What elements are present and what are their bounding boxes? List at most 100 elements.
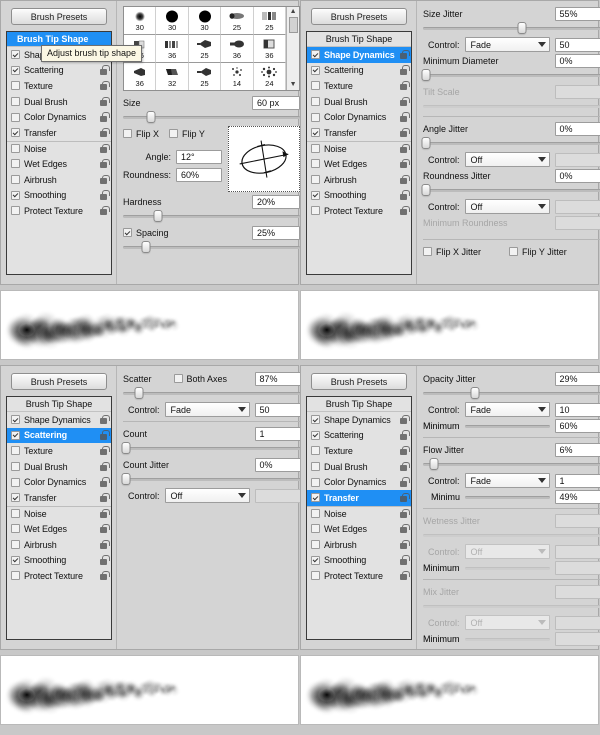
opacity-jitter-value[interactable]: 29% [554, 371, 600, 386]
option-dual-brush[interactable]: Dual Brush [7, 93, 111, 110]
option-shape-dynamics[interactable]: Shape Dynamics [7, 412, 111, 428]
brush-presets-button-br[interactable]: Brush Presets [311, 373, 407, 390]
checkbox-scattering[interactable] [11, 430, 20, 440]
checkbox-shape-dynamics[interactable] [11, 50, 20, 60]
opacity-jitter-slider[interactable] [423, 387, 600, 399]
count-jitter-value[interactable]: 0% [254, 457, 303, 472]
option-shape-dynamics[interactable]: Shape Dynamics [307, 412, 411, 428]
checkbox-dual-brush[interactable] [311, 462, 320, 472]
flip-x-jitter-box[interactable] [423, 247, 432, 256]
lock-icon[interactable] [99, 414, 110, 425]
brush-tip-grid[interactable]: 303030252536362536363632251424 ▲ ▼ [123, 6, 301, 91]
brush-thumbnail[interactable]: 32 [156, 63, 189, 90]
flow-jitter-slider[interactable] [423, 458, 600, 470]
option-dual-brush[interactable]: Dual Brush [7, 458, 111, 475]
flip-y-checkbox[interactable]: Flip Y [169, 129, 205, 139]
lock-icon[interactable] [399, 523, 410, 534]
checkbox-shape-dynamics[interactable] [311, 415, 320, 425]
option-color-dynamics[interactable]: Color Dynamics [7, 109, 111, 125]
flip-y-jitter-checkbox[interactable]: Flip Y Jitter [509, 247, 567, 257]
flip-x-checkbox[interactable]: Flip X [123, 129, 159, 139]
checkbox-transfer[interactable] [311, 128, 320, 138]
scatter-slider[interactable] [123, 387, 303, 399]
both-axes-checkbox[interactable]: Both Axes [173, 374, 227, 384]
flow-control-select[interactable]: Fade [464, 473, 550, 488]
spacing-value[interactable]: 25% [252, 225, 301, 240]
lock-icon[interactable] [399, 205, 410, 216]
lock-icon[interactable] [399, 49, 410, 60]
checkbox-color-dynamics[interactable] [11, 112, 20, 122]
checkbox-dual-brush[interactable] [11, 97, 20, 107]
lock-icon[interactable] [99, 190, 110, 200]
lock-icon[interactable] [99, 445, 110, 456]
size-slider[interactable] [123, 111, 301, 123]
count-slider[interactable] [121, 442, 303, 454]
checkbox-noise[interactable] [311, 509, 320, 519]
lock-icon[interactable] [399, 555, 410, 565]
option-scattering[interactable]: Scattering [7, 427, 111, 444]
checkbox-texture[interactable] [311, 81, 320, 91]
scroll-down-icon[interactable]: ▼ [290, 81, 297, 89]
flow-minimum-value[interactable]: 49% [554, 489, 600, 504]
option-noise[interactable]: Noise [7, 140, 111, 157]
lock-icon[interactable] [399, 414, 410, 425]
brush-thumbnail[interactable]: 14 [221, 63, 254, 90]
brush-thumbnail[interactable]: 36 [124, 63, 157, 90]
size-value[interactable]: 60 px [252, 95, 301, 110]
option-airbrush[interactable]: Airbrush [7, 171, 111, 188]
brush-thumbnail[interactable]: 24 [253, 63, 287, 90]
angle-control-select[interactable]: Off [464, 152, 550, 167]
option-brush-tip-shape-tr[interactable]: Brush Tip Shape [307, 32, 411, 47]
checkbox-wet-edges[interactable] [11, 524, 20, 534]
lock-icon[interactable] [99, 127, 110, 138]
lock-icon[interactable] [99, 430, 110, 440]
checkbox-smoothing[interactable] [11, 190, 20, 200]
option-shape-dynamics[interactable]: Shape Dynamics [307, 47, 411, 63]
lock-icon[interactable] [99, 143, 110, 154]
size-control-amount[interactable]: 50 [554, 37, 600, 52]
checkbox-transfer[interactable] [11, 493, 20, 503]
option-transfer[interactable]: Transfer [307, 489, 411, 506]
checkbox-noise[interactable] [11, 509, 20, 519]
lock-icon[interactable] [99, 112, 110, 122]
brush-presets-button-tr[interactable]: Brush Presets [311, 8, 407, 25]
brush-thumbnail[interactable]: 25 [188, 35, 222, 63]
checkbox-color-dynamics[interactable] [311, 477, 320, 487]
option-smoothing[interactable]: Smoothing [7, 552, 111, 568]
brush-angle-preview[interactable] [228, 126, 301, 192]
lock-icon[interactable] [99, 174, 110, 185]
option-airbrush[interactable]: Airbrush [7, 536, 111, 553]
lock-icon[interactable] [399, 96, 410, 107]
count-jitter-slider[interactable] [121, 473, 303, 485]
brush-thumbnail[interactable]: 25 [221, 7, 254, 35]
angle-value[interactable]: 12° [176, 149, 223, 164]
checkbox-transfer[interactable] [11, 128, 20, 138]
checkbox-scattering[interactable] [311, 430, 320, 440]
lock-icon[interactable] [399, 112, 410, 122]
option-wet-edges[interactable]: Wet Edges [307, 156, 411, 172]
brush-thumbnail[interactable]: 25 [188, 63, 222, 90]
checkbox-wet-edges[interactable] [11, 159, 20, 169]
option-color-dynamics[interactable]: Color Dynamics [307, 474, 411, 490]
scatter-control-amount[interactable]: 50 [254, 402, 303, 417]
lock-icon[interactable] [399, 492, 410, 503]
lock-icon[interactable] [99, 555, 110, 565]
checkbox-airbrush[interactable] [311, 175, 320, 185]
lock-icon[interactable] [399, 508, 410, 519]
brush-thumbnail[interactable]: 36 [253, 35, 287, 63]
flip-x-box[interactable] [123, 129, 132, 138]
option-color-dynamics[interactable]: Color Dynamics [307, 109, 411, 125]
option-dual-brush[interactable]: Dual Brush [307, 458, 411, 475]
brush-grid-scrollbar[interactable]: ▲ ▼ [286, 7, 300, 90]
checkbox-texture[interactable] [311, 446, 320, 456]
size-jitter-slider[interactable] [423, 22, 600, 34]
brush-thumbnail-grid[interactable]: 303030252536362536363632251424 [124, 7, 287, 90]
checkbox-dual-brush[interactable] [11, 462, 20, 472]
option-texture[interactable]: Texture [307, 78, 411, 94]
option-transfer[interactable]: Transfer [307, 124, 411, 141]
opacity-minimum-value[interactable]: 60% [554, 418, 600, 433]
size-control-select[interactable]: Fade [464, 37, 550, 52]
option-transfer[interactable]: Transfer [7, 489, 111, 506]
lock-icon[interactable] [99, 492, 110, 503]
option-wet-edges[interactable]: Wet Edges [307, 521, 411, 537]
